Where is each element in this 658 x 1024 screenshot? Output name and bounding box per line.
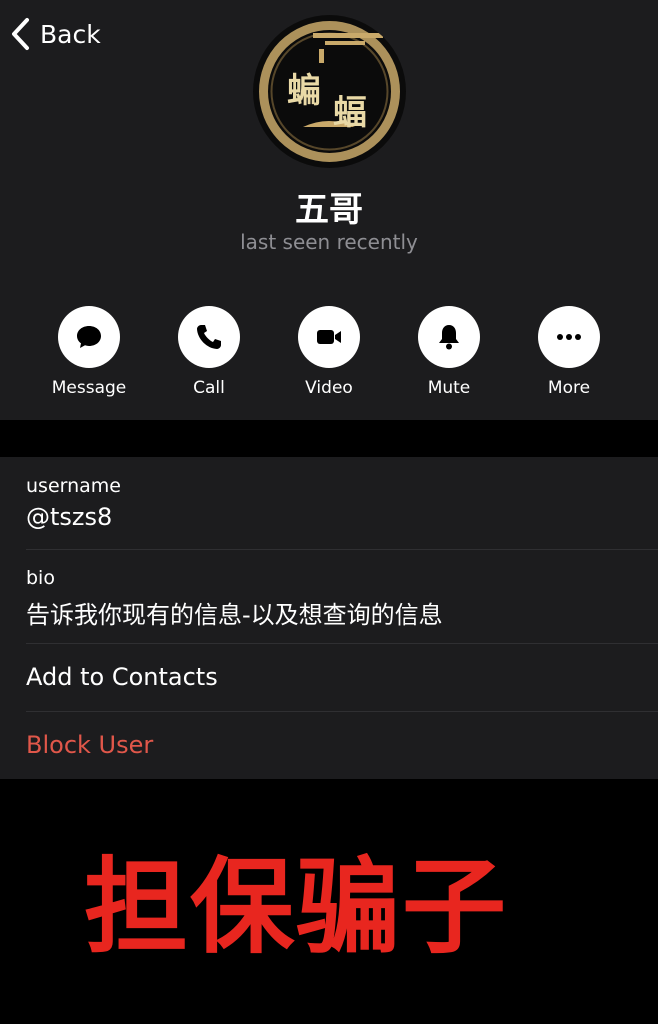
profile-name: 五哥 (295, 190, 363, 230)
back-button[interactable]: Back (8, 14, 101, 54)
message-label: Message (51, 378, 127, 398)
username-value: @tszs8 (26, 503, 113, 531)
avatar[interactable]: 蝙 蝠 (253, 15, 406, 168)
more-label: More (547, 378, 591, 398)
video-button-circle (298, 306, 360, 368)
block-user-label: Block User (26, 731, 154, 759)
video-button[interactable]: Video (269, 306, 389, 398)
mute-label: Mute (427, 378, 471, 398)
avatar-char-2: 蝠 (333, 93, 367, 133)
message-bubble-icon (77, 326, 101, 348)
bio-value: 告诉我你现有的信息-以及想查询的信息 (26, 601, 443, 629)
back-label: Back (40, 19, 101, 49)
bio-label: bio (26, 567, 55, 589)
block-user-button[interactable]: Block User (26, 711, 658, 779)
warning-overlay-text: 担保骗子 (84, 846, 509, 968)
avatar-char-1: 蝙 (287, 71, 321, 111)
video-label: Video (305, 378, 353, 398)
ellipsis-icon (557, 334, 581, 340)
bio-row: bio 告诉我你现有的信息-以及想查询的信息 (26, 567, 658, 644)
action-bar: Message Call Video Mute More (29, 306, 629, 406)
username-row[interactable]: username @tszs8 (26, 475, 658, 550)
last-seen-status: last seen recently (240, 230, 418, 254)
more-button-circle (538, 306, 600, 368)
mute-button[interactable]: Mute (389, 306, 509, 398)
call-button-circle (178, 306, 240, 368)
username-label: username (26, 475, 121, 497)
message-button-circle (58, 306, 120, 368)
bell-icon (439, 325, 459, 350)
profile-header: Back 蝙 蝠 五哥 last seen recently Message C… (0, 0, 658, 420)
message-button[interactable]: Message (29, 306, 149, 398)
add-to-contacts-button[interactable]: Add to Contacts (26, 643, 658, 712)
call-label: Call (193, 378, 225, 398)
call-button[interactable]: Call (149, 306, 269, 398)
mute-button-circle (418, 306, 480, 368)
add-to-contacts-label: Add to Contacts (26, 663, 218, 691)
avatar-brush-ring-icon (259, 21, 400, 162)
video-camera-icon (317, 330, 341, 344)
phone-icon (197, 325, 221, 349)
chevron-left-icon (12, 18, 29, 50)
more-button[interactable]: More (509, 306, 629, 398)
profile-info-list: username @tszs8 bio 告诉我你现有的信息-以及想查询的信息 A… (0, 457, 658, 779)
